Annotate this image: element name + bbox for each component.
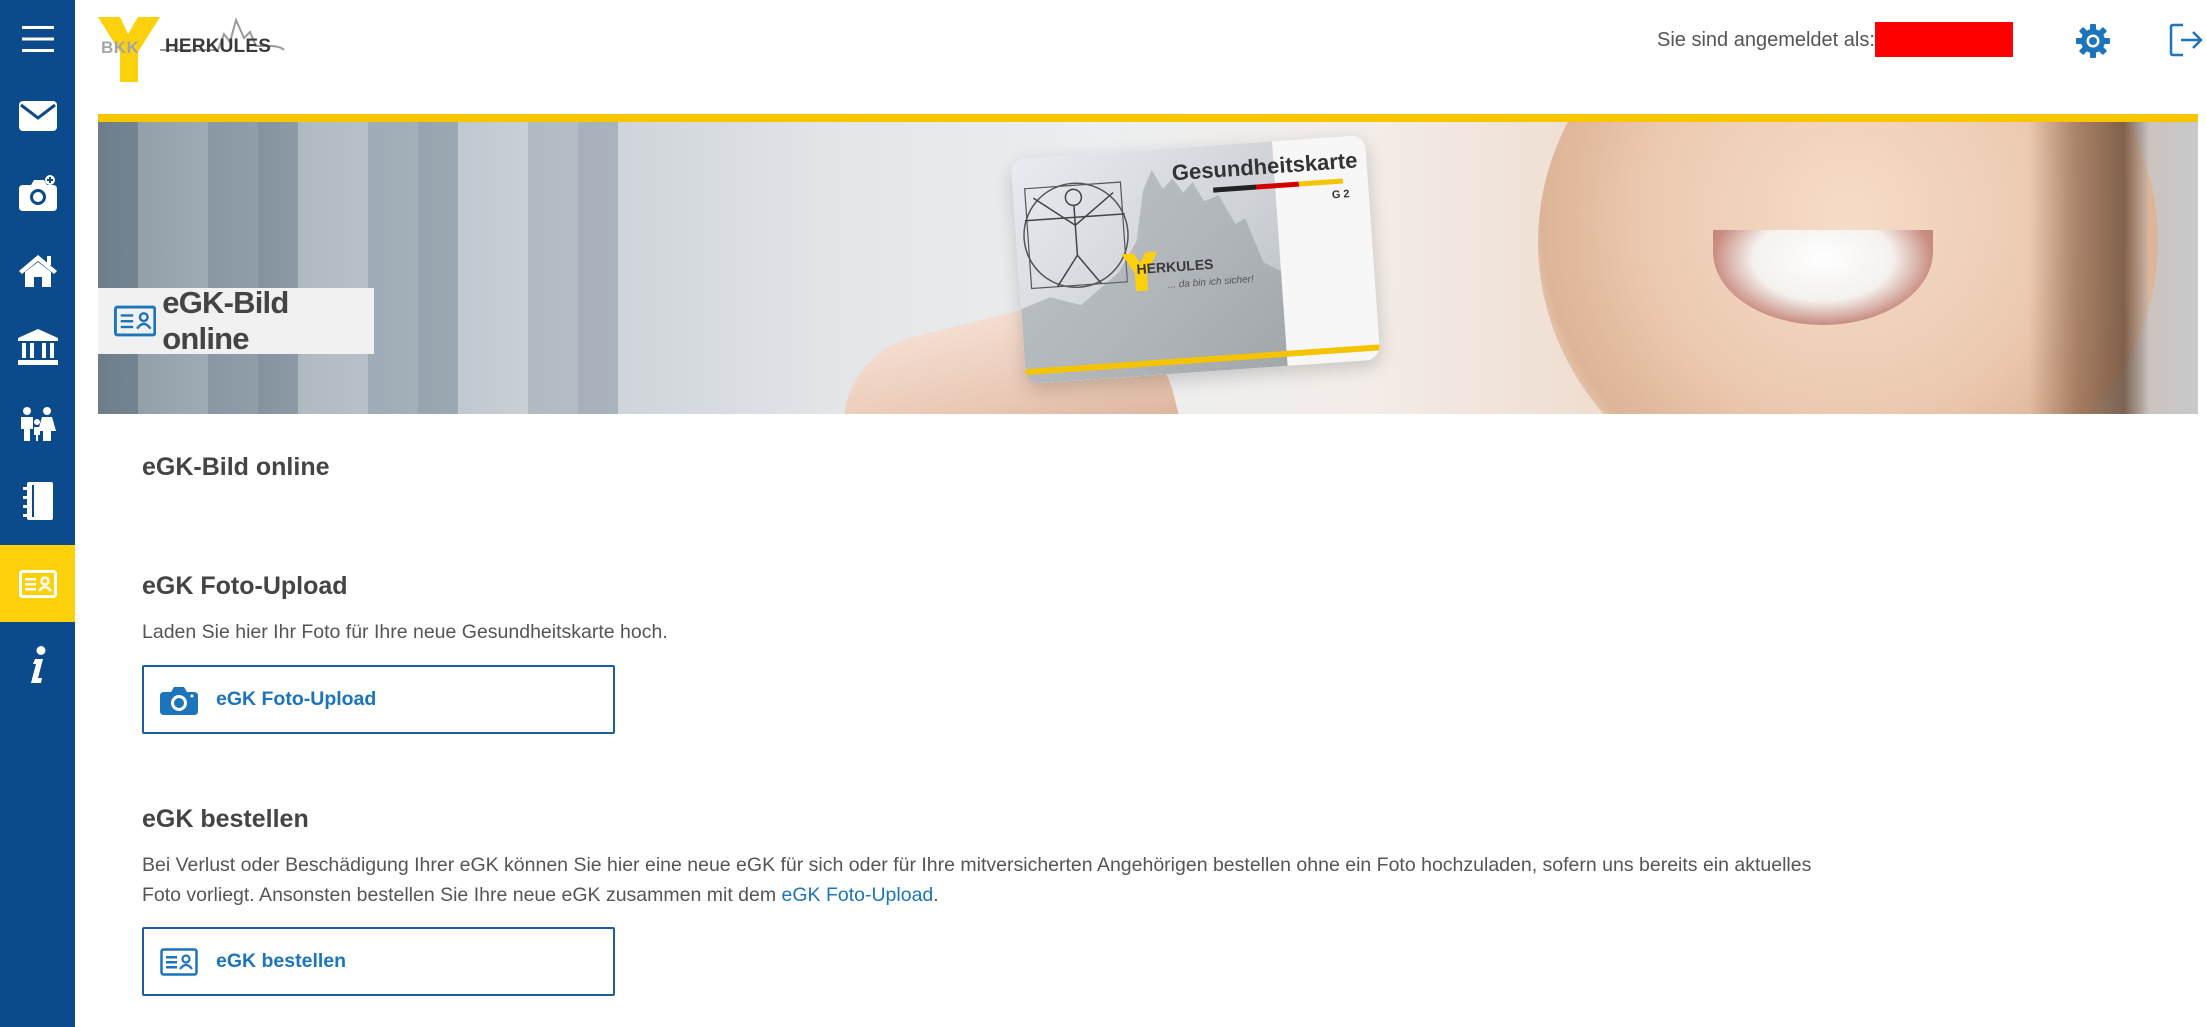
sidebar-item-photo[interactable] bbox=[0, 154, 75, 231]
order-text-part1: Bei Verlust oder Beschädigung Ihrer eGK … bbox=[142, 854, 1812, 906]
bank-icon bbox=[17, 328, 58, 365]
sidebar-item-family[interactable] bbox=[0, 385, 75, 462]
id-card-icon bbox=[114, 305, 157, 337]
id-button-icon-wrap bbox=[158, 947, 200, 976]
settings-button[interactable] bbox=[2076, 24, 2110, 58]
notebook-icon bbox=[22, 481, 53, 520]
login-status-label: Sie sind angemeldet als: bbox=[1657, 29, 1875, 51]
mail-icon bbox=[18, 100, 57, 131]
photo-upload-button[interactable]: eGK Foto-Upload bbox=[142, 665, 615, 734]
info-icon bbox=[30, 645, 45, 683]
order-section-text: Bei Verlust oder Beschädigung Ihrer eGK … bbox=[142, 850, 1842, 910]
hero-banner: Gesundheitskarte G 2 HERKULES ... da bin… bbox=[98, 122, 2198, 414]
order-egk-button-label: eGK bestellen bbox=[216, 950, 347, 972]
banner-background-blur bbox=[98, 122, 618, 414]
sidebar-item-home[interactable] bbox=[0, 231, 75, 308]
gear-icon bbox=[2076, 24, 2110, 58]
family-icon bbox=[20, 406, 56, 441]
banner-title: eGK-Bild online bbox=[162, 285, 289, 356]
id-card-icon bbox=[160, 947, 198, 976]
sidebar-item-notebook[interactable] bbox=[0, 462, 75, 539]
banner-hair-image bbox=[2028, 122, 2148, 414]
menu-icon bbox=[21, 25, 54, 52]
order-section-title: eGK bestellen bbox=[142, 805, 309, 833]
order-text-part2: . bbox=[933, 884, 939, 906]
header-accent-bar bbox=[98, 114, 2198, 122]
sidebar-item-egk[interactable] bbox=[0, 545, 75, 622]
health-card-image: Gesundheitskarte G 2 HERKULES ... da bin… bbox=[1010, 134, 1381, 385]
banner-title-box: eGK-Bild online bbox=[98, 285, 374, 356]
sidebar-item-mail[interactable] bbox=[0, 77, 75, 154]
sidebar-item-menu[interactable] bbox=[0, 0, 75, 77]
logout-button[interactable] bbox=[2168, 22, 2204, 58]
inline-photo-upload-link[interactable]: eGK Foto-Upload bbox=[782, 884, 934, 906]
camera-icon bbox=[160, 686, 198, 715]
logo-herkules-text: HERKULES bbox=[165, 36, 272, 57]
order-egk-button[interactable]: eGK bestellen bbox=[142, 927, 615, 996]
sidebar bbox=[0, 0, 75, 1027]
camera-button-icon-wrap bbox=[158, 685, 200, 715]
logo-bkk-text: BKK bbox=[101, 38, 140, 57]
camera-icon bbox=[18, 174, 57, 211]
sidebar-item-bank[interactable] bbox=[0, 308, 75, 385]
sidebar-item-info[interactable] bbox=[0, 626, 75, 703]
redacted-username bbox=[1875, 22, 2013, 57]
upload-section-title: eGK Foto-Upload bbox=[142, 572, 348, 600]
home-icon bbox=[18, 254, 57, 287]
logout-icon bbox=[2169, 23, 2203, 57]
upload-section-text: Laden Sie hier Ihr Foto für Ihre neue Ge… bbox=[142, 621, 668, 643]
page-title: eGK-Bild online bbox=[142, 453, 330, 481]
card-generation: G 2 bbox=[1331, 188, 1350, 202]
bkk-herkules-logo[interactable]: BKK HERKULES bbox=[98, 12, 288, 84]
photo-upload-button-label: eGK Foto-Upload bbox=[216, 688, 377, 710]
id-card-icon bbox=[18, 569, 57, 598]
